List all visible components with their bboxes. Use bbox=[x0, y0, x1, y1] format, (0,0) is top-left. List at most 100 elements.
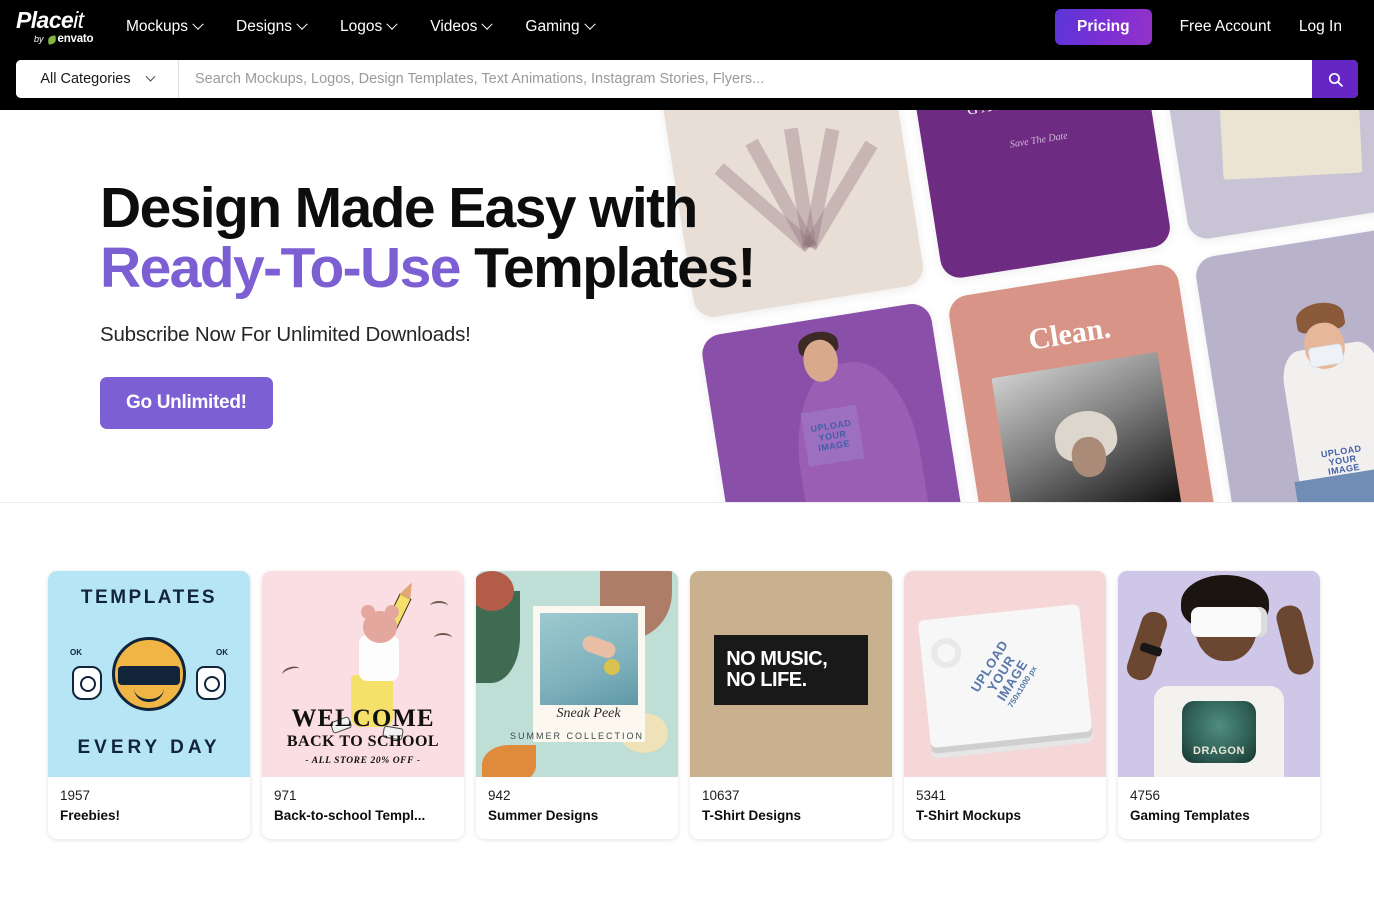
model-arm-right bbox=[1273, 602, 1317, 678]
card-count-tshirt-mockups: 5341 bbox=[916, 788, 947, 803]
card-thumbnail-tshirt-designs: NO MUSIC, NO LIFE. bbox=[690, 571, 892, 777]
card-count-gaming-templates: 4756 bbox=[1130, 788, 1161, 803]
hero-copy: Design Made Easy with Ready-To-Use Templ… bbox=[100, 178, 840, 429]
wedding-script: Save The Date bbox=[1009, 130, 1069, 151]
chevron-down-icon bbox=[145, 71, 156, 82]
envato-leaf-icon bbox=[46, 34, 57, 45]
card-thumbnail-summer-designs: Sneak Peek SUMMER COLLECTION bbox=[476, 571, 678, 777]
lemon-decor bbox=[603, 659, 620, 676]
primary-nav: Mockups Designs Logos Videos Gaming bbox=[126, 0, 628, 54]
logo-wordmark: Placeit bbox=[16, 6, 84, 33]
chevron-down-icon bbox=[584, 18, 596, 30]
free-account-link[interactable]: Free Account bbox=[1166, 18, 1285, 36]
card-meta-gaming-templates: 4756 Gaming Templates bbox=[1118, 777, 1320, 839]
logo-by-text: by bbox=[34, 34, 44, 44]
squiggle-decor bbox=[434, 633, 452, 643]
category-card-back-to-school[interactable]: WELCOME BACK TO SCHOOL - ALL STORE 20% O… bbox=[262, 571, 464, 840]
placeit-logo[interactable]: Placeit by envato bbox=[16, 8, 112, 46]
category-dropdown[interactable]: All Categories bbox=[16, 60, 179, 98]
ok-hand-left-icon bbox=[72, 666, 102, 700]
freebies-top-text: TEMPLATES bbox=[80, 587, 218, 608]
card-meta-back-to-school: 971 Back-to-school Templ... bbox=[262, 777, 464, 839]
tote-bag-mockup: UPLOAD YOUR IMAGE 750x1000 px bbox=[1214, 110, 1363, 180]
smile-mouth bbox=[134, 688, 164, 702]
polaroid-frame: Sneak Peek bbox=[532, 606, 645, 743]
card-meta-freebies: 1957 Freebies! bbox=[48, 777, 250, 839]
pricing-button[interactable]: Pricing bbox=[1055, 9, 1152, 45]
search-input[interactable] bbox=[179, 60, 1312, 98]
nav-item-videos-label: Videos bbox=[430, 18, 478, 35]
card-meta-tshirt-mockups: 5341 T-Shirt Mockups bbox=[904, 777, 1106, 839]
clean-photo bbox=[991, 351, 1191, 503]
nav-item-logos-label: Logos bbox=[340, 18, 383, 35]
freebies-bottom-text: EVERY DAY bbox=[77, 737, 221, 758]
logo-place-text: Place bbox=[16, 6, 74, 33]
category-card-freebies[interactable]: TEMPLATES OK OK EVERY DAY 1957 Freebies! bbox=[48, 571, 250, 840]
smiley-face-icon bbox=[112, 637, 186, 711]
log-in-link[interactable]: Log In bbox=[1285, 18, 1356, 36]
category-card-summer-designs[interactable]: Sneak Peek SUMMER COLLECTION 942 Summer … bbox=[476, 571, 678, 840]
search-submit-button[interactable] bbox=[1312, 60, 1358, 98]
sunglasses-icon bbox=[118, 666, 180, 685]
nav-item-mockups-label: Mockups bbox=[126, 18, 189, 35]
dragon-logo-text: DRAGON bbox=[1193, 745, 1245, 757]
collage-tile-mask-model: UPLOAD YOUR IMAGE bbox=[1193, 222, 1374, 503]
top-navigation-bar: Placeit by envato Mockups Designs Logos … bbox=[0, 0, 1374, 110]
search-icon bbox=[1328, 72, 1343, 87]
nav-item-designs-label: Designs bbox=[236, 18, 293, 35]
hero-section: GARY & EARL Save The Date UPLOAD YOUR IM… bbox=[0, 110, 1374, 503]
collage-tile-tote: UPLOAD YOUR IMAGE 750x1000 px bbox=[1148, 110, 1374, 242]
dragon-logo-art: DRAGON bbox=[1182, 701, 1256, 763]
chevron-down-icon bbox=[481, 18, 494, 30]
school-line2: BACK TO SCHOOL bbox=[286, 733, 440, 750]
hero-headline: Design Made Easy with Ready-To-Use Templ… bbox=[100, 178, 840, 299]
card-count-summer-designs: 942 bbox=[488, 788, 511, 803]
card-count-back-to-school: 971 bbox=[274, 788, 297, 803]
logo-it-text: it bbox=[73, 6, 84, 33]
nav-item-designs[interactable]: Designs bbox=[236, 18, 324, 36]
logo-subtitle: by envato bbox=[34, 32, 94, 46]
school-line1: WELCOME bbox=[291, 705, 435, 732]
hero-headline-line2-rest: Templates! bbox=[459, 236, 756, 301]
bear-head bbox=[363, 611, 397, 643]
card-count-tshirt-designs: 10637 bbox=[702, 788, 740, 803]
category-dropdown-label: All Categories bbox=[40, 71, 131, 87]
tshirt-collar bbox=[929, 637, 963, 671]
summer-caption-text: SUMMER COLLECTION bbox=[509, 731, 644, 741]
folded-tshirt-mockup: UPLOAD YOUR IMAGE 750x1000 px bbox=[917, 604, 1093, 749]
category-card-tshirt-mockups[interactable]: UPLOAD YOUR IMAGE 750x1000 px 5341 T-Shi… bbox=[904, 571, 1106, 840]
card-meta-tshirt-designs: 10637 T-Shirt Designs bbox=[690, 777, 892, 839]
go-unlimited-button[interactable]: Go Unlimited! bbox=[100, 376, 273, 429]
nav-item-gaming[interactable]: Gaming bbox=[525, 18, 611, 36]
collage-tile-clean-poster: Clean. bbox=[946, 262, 1218, 503]
card-title-gaming-templates: Gaming Templates bbox=[1130, 808, 1250, 824]
card-title-tshirt-mockups: T-Shirt Mockups bbox=[916, 808, 1022, 824]
no-music-line2: NO LIFE. bbox=[726, 669, 807, 692]
card-meta-summer-designs: 942 Summer Designs bbox=[476, 777, 678, 839]
card-title-freebies: Freebies! bbox=[60, 808, 121, 824]
nav-item-gaming-label: Gaming bbox=[525, 18, 580, 35]
card-thumbnail-tshirt-mockups: UPLOAD YOUR IMAGE 750x1000 px bbox=[904, 571, 1106, 777]
ok-tag-left: OK bbox=[70, 648, 82, 657]
category-card-gaming-templates[interactable]: DRAGON 4756 Gaming Templates bbox=[1118, 571, 1320, 840]
squiggle-decor bbox=[430, 601, 448, 611]
tote-upload-size: 750x1000 px bbox=[1266, 110, 1313, 111]
hero-headline-accent: Ready-To-Use bbox=[100, 236, 461, 301]
card-thumbnail-gaming-templates: DRAGON bbox=[1118, 571, 1320, 777]
polaroid-photo bbox=[539, 613, 638, 706]
hand-decor bbox=[579, 633, 618, 661]
nav-item-mockups[interactable]: Mockups bbox=[126, 18, 220, 36]
category-card-tshirt-designs[interactable]: NO MUSIC, NO LIFE. 10637 T-Shirt Designs bbox=[690, 571, 892, 840]
hero-subtitle: Subscribe Now For Unlimited Downloads! bbox=[100, 322, 471, 346]
search-bar: All Categories bbox=[16, 60, 1358, 98]
nav-item-logos[interactable]: Logos bbox=[340, 18, 414, 36]
no-music-line1: NO MUSIC, bbox=[726, 647, 828, 670]
tshirt-upload-print: UPLOAD YOUR IMAGE 750x1000 px bbox=[968, 638, 1041, 714]
school-line3: - ALL STORE 20% OFF - bbox=[305, 756, 421, 766]
logo-envato-text: envato bbox=[57, 32, 94, 45]
category-card-grid: TEMPLATES OK OK EVERY DAY 1957 Freebies! bbox=[48, 571, 1324, 840]
nav-item-videos[interactable]: Videos bbox=[430, 18, 509, 36]
card-thumbnail-freebies: TEMPLATES OK OK EVERY DAY bbox=[48, 571, 250, 777]
card-thumbnail-back-to-school: WELCOME BACK TO SCHOOL - ALL STORE 20% O… bbox=[262, 571, 464, 777]
card-title-summer-designs: Summer Designs bbox=[488, 808, 599, 824]
